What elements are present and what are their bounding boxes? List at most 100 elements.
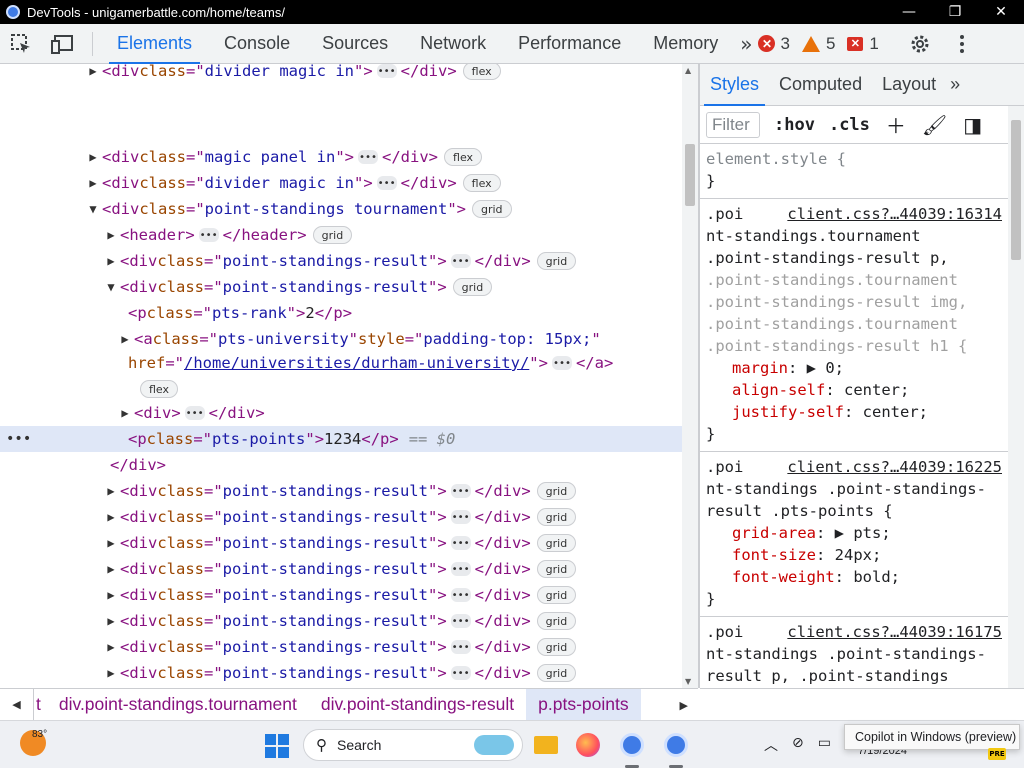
- collapsed-content-icon[interactable]: •••: [450, 536, 471, 550]
- dom-node[interactable]: ▶ <a class =" pts-university " style =" paddin…: [0, 326, 682, 352]
- tab-network[interactable]: Network: [404, 24, 502, 64]
- property-value[interactable]: ▶ 0;: [807, 359, 844, 377]
- dom-node[interactable]: ▼ <div class =" point-standings-result " > gri…: [0, 274, 682, 300]
- inspect-element-icon[interactable]: [0, 24, 42, 64]
- css-declaration[interactable]: font-size: 24px;: [706, 544, 1002, 566]
- collapsed-content-icon[interactable]: •••: [450, 562, 471, 576]
- layout-badge[interactable]: grid: [536, 508, 577, 526]
- breadcrumb-item-pts-points[interactable]: p.pts-points: [526, 688, 641, 721]
- property-name[interactable]: margin: [732, 359, 788, 377]
- css-declaration[interactable]: align-self: center;: [706, 379, 1002, 401]
- property-value[interactable]: 24px;: [835, 546, 882, 564]
- layout-badge[interactable]: grid: [536, 638, 577, 656]
- rule-source-link[interactable]: client.css?…44039:16175: [787, 621, 1002, 643]
- dom-node[interactable]: </div>: [0, 452, 682, 478]
- collapsed-content-icon[interactable]: •••: [450, 510, 471, 524]
- property-value[interactable]: ▶ pts;: [835, 524, 891, 542]
- collapsed-content-icon[interactable]: •••: [450, 666, 471, 680]
- dom-node[interactable]: ▶ <div class =" magic panel in " > ••• </div> fl…: [0, 144, 682, 170]
- dom-node[interactable]: ▼ <div class =" point-standings tournament "…: [0, 196, 682, 222]
- expand-triangle-icon[interactable]: ▶: [84, 64, 102, 78]
- layout-badge[interactable]: flex: [140, 380, 179, 398]
- breadcrumb-item-result[interactable]: div.point-standings-result: [309, 689, 526, 721]
- hov-button[interactable]: :hov: [774, 115, 815, 135]
- collapsed-content-icon[interactable]: •••: [551, 356, 572, 370]
- expand-triangle-icon[interactable]: ▶: [102, 666, 120, 680]
- collapsed-content-icon[interactable]: •••: [358, 150, 379, 164]
- collapse-triangle-icon[interactable]: ▼: [84, 202, 102, 216]
- rule-source-link[interactable]: client.css?…44039:16225: [787, 456, 1002, 478]
- property-name[interactable]: font-size: [732, 546, 816, 564]
- error-counter[interactable]: ✕ 3: [758, 34, 790, 54]
- layout-badge[interactable]: flex: [462, 64, 501, 80]
- layout-badge[interactable]: grid: [536, 664, 577, 682]
- elements-scrollbar[interactable]: ▲ ▼: [682, 64, 698, 688]
- scroll-up-icon[interactable]: ▲: [685, 66, 691, 75]
- settings-gear-icon[interactable]: [899, 24, 941, 64]
- display-icon[interactable]: ▭: [818, 735, 831, 755]
- breadcrumb-item-tournament[interactable]: div.point-standings.tournament: [47, 689, 309, 721]
- layout-badge[interactable]: grid: [536, 586, 577, 604]
- more-tabs-icon[interactable]: »: [734, 32, 758, 56]
- scroll-down-icon[interactable]: ▼: [685, 677, 691, 686]
- tab-layout[interactable]: Layout: [872, 64, 946, 106]
- dom-node[interactable]: ▶ <div> ••• </div>: [0, 400, 682, 426]
- restore-button[interactable]: ❐: [932, 0, 978, 24]
- styles-scroll-thumb[interactable]: [1011, 120, 1021, 260]
- network-icon[interactable]: ⊘: [792, 735, 804, 755]
- collapsed-content-icon[interactable]: •••: [450, 254, 471, 268]
- dom-node[interactable]: ▶ <header> ••• </header> grid: [0, 222, 682, 248]
- collapsed-content-icon[interactable]: •••: [184, 406, 205, 420]
- href-link[interactable]: /home/universities/durham-university/: [184, 354, 529, 372]
- layout-badge[interactable]: grid: [536, 560, 577, 578]
- expand-triangle-icon[interactable]: ▶: [116, 332, 134, 346]
- expand-triangle-icon[interactable]: ▶: [102, 484, 120, 498]
- css-declaration[interactable]: font-weight: bold;: [706, 566, 1002, 588]
- tab-styles[interactable]: Styles: [700, 64, 769, 106]
- rendering-emulation-icon[interactable]: 🖌: [922, 113, 947, 137]
- warning-counter[interactable]: 5: [801, 34, 835, 54]
- tab-elements[interactable]: Elements: [101, 24, 208, 64]
- layout-badge[interactable]: grid: [536, 482, 577, 500]
- dom-node[interactable]: href ="/home/universities/durham-universi…: [0, 350, 682, 376]
- styles-scrollbar[interactable]: [1008, 106, 1024, 688]
- breadcrumb-item-truncated[interactable]: t: [34, 689, 47, 721]
- cls-button[interactable]: .cls: [829, 115, 870, 135]
- collapsed-content-icon[interactable]: •••: [450, 614, 471, 628]
- elements-scroll-thumb[interactable]: [685, 144, 695, 206]
- chrome-taskbar-icon[interactable]: [616, 729, 648, 761]
- issues-counter[interactable]: ✕ 1: [847, 34, 879, 54]
- more-panes-icon[interactable]: »: [946, 64, 964, 106]
- close-button[interactable]: ✕: [978, 0, 1024, 24]
- layout-badge[interactable]: flex: [462, 174, 501, 192]
- node-actions-icon[interactable]: •••: [6, 431, 31, 447]
- dom-node[interactable]: ▶ <div class =" divider magic in " > ••• </div>…: [0, 64, 682, 84]
- collapsed-content-icon[interactable]: •••: [450, 484, 471, 498]
- file-explorer-icon[interactable]: [530, 729, 562, 761]
- layout-badge[interactable]: grid: [312, 226, 353, 244]
- dom-node[interactable]: ▶<div class="point-standings-result">•••…: [0, 504, 682, 530]
- expand-triangle-icon[interactable]: ▶: [102, 510, 120, 524]
- collapsed-content-icon[interactable]: •••: [376, 176, 397, 190]
- minimize-button[interactable]: —: [886, 0, 932, 24]
- expand-triangle-icon[interactable]: ▶: [102, 640, 120, 654]
- taskbar-search[interactable]: ⚲ Search: [303, 729, 523, 761]
- device-toolbar-icon[interactable]: [42, 24, 84, 64]
- collapsed-content-icon[interactable]: •••: [198, 228, 219, 242]
- layout-badge[interactable]: grid: [452, 278, 493, 296]
- elements-tree[interactable]: ▶ <div class =" divider magic in " > ••• </div>…: [0, 64, 682, 688]
- property-name[interactable]: align-self: [732, 381, 825, 399]
- expand-triangle-icon[interactable]: ▶: [102, 614, 120, 628]
- dom-node[interactable]: ▶<div class="point-standings-result">•••…: [0, 582, 682, 608]
- property-value[interactable]: bold;: [853, 568, 900, 586]
- layout-badge[interactable]: grid: [536, 252, 577, 270]
- styles-filter-input[interactable]: Filter: [706, 111, 760, 138]
- expand-triangle-icon[interactable]: ▶: [84, 150, 102, 164]
- copilot-preview-badge[interactable]: PRE: [988, 748, 1006, 760]
- css-rule[interactable]: client.css?…44039:16175 .poi nt-standings …: [700, 617, 1008, 688]
- property-value[interactable]: center;: [844, 381, 909, 399]
- dom-node[interactable]: ▶<div class="point-standings-result">•••…: [0, 634, 682, 660]
- layout-badge[interactable]: grid: [472, 200, 512, 218]
- dom-node[interactable]: ▶<div class="point-standings-result">•••…: [0, 478, 682, 504]
- layout-badge[interactable]: grid: [536, 534, 577, 552]
